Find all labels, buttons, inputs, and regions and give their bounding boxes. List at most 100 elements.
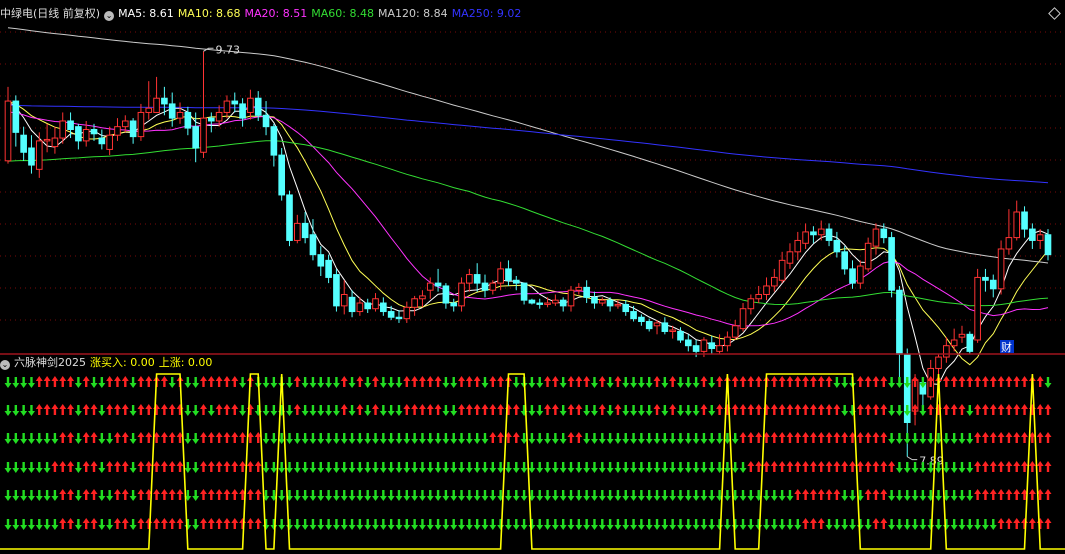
settings-icon[interactable]: ⌄: [0, 360, 10, 370]
candle-body: [747, 298, 755, 310]
candle-body: [458, 282, 465, 307]
candle-body: [653, 322, 661, 327]
candle-body: [145, 107, 153, 113]
finance-badge-label: 财: [1001, 340, 1012, 354]
candle-body: [598, 299, 606, 304]
candle-body: [12, 100, 20, 133]
candle-body: [231, 100, 239, 105]
candle-body: [481, 282, 489, 291]
candle-body: [872, 228, 880, 247]
candle-body: [200, 117, 207, 153]
candle-body: [536, 302, 544, 305]
candle-body: [692, 345, 700, 352]
indicator-ma120: MA120: 8.84: [377, 7, 448, 20]
candle-body: [731, 325, 739, 338]
candle-body: [35, 140, 43, 170]
candle-body: [215, 111, 223, 122]
indicator-ma250: MA250: 9.02: [451, 7, 522, 20]
candle-body: [473, 274, 481, 284]
candle-body: [802, 231, 809, 244]
candle-body: [966, 333, 974, 352]
candle-body: [325, 259, 332, 278]
candle-body: [192, 126, 199, 149]
candle-body: [98, 137, 106, 145]
candle-body: [28, 147, 35, 166]
candle-body: [1021, 211, 1028, 230]
high-label: 9.73: [215, 43, 240, 56]
candle-body: [622, 303, 630, 313]
candle-body: [606, 299, 614, 307]
candle-body: [286, 194, 293, 241]
candle-body: [817, 228, 825, 236]
candle-body: [129, 120, 137, 138]
candle-body: [778, 259, 786, 281]
candle-body: [857, 265, 864, 284]
candle-body: [395, 316, 403, 320]
candle-body: [239, 103, 246, 119]
candle-body: [82, 129, 90, 142]
candle-body: [247, 97, 254, 113]
stock-title[interactable]: 中绿电(日线 前复权): [0, 7, 100, 20]
candle-body: [833, 239, 841, 253]
settings-icon[interactable]: ⌄: [104, 11, 115, 21]
indicator-ma20: MA20: 8.51: [244, 7, 308, 20]
candle-body: [630, 311, 637, 320]
candle-body: [614, 303, 622, 307]
candle-body: [51, 137, 59, 148]
candle-body: [880, 228, 888, 239]
candle-body: [372, 298, 379, 310]
candle-body: [411, 298, 418, 308]
candle-body: [380, 302, 387, 313]
candle-body: [442, 285, 450, 304]
candle-body: [1036, 234, 1044, 241]
indicator-ma60: MA60: 8.48: [311, 7, 374, 20]
candle-body: [583, 286, 590, 298]
candle-body: [309, 234, 317, 256]
candle-body: [974, 276, 981, 341]
candle-body: [75, 126, 82, 142]
candle-body: [364, 302, 372, 310]
candle-body: [403, 306, 411, 320]
candle-body: [708, 342, 716, 350]
candle-body: [825, 228, 833, 241]
candle-body: [684, 339, 692, 347]
candle-body: [935, 356, 942, 369]
candle-body: [552, 299, 559, 304]
candle-body: [849, 268, 856, 284]
buy-signal-value: 涨买入: 0.00: [90, 356, 155, 369]
candle-body: [270, 126, 278, 156]
candle-body: [301, 222, 309, 239]
candle-body: [1013, 211, 1021, 239]
candle-body: [176, 111, 184, 119]
stock-chart[interactable]: 9.737.89财: [0, 0, 1065, 554]
candle-body: [763, 285, 770, 295]
candle-body: [348, 296, 356, 313]
candle-body: [262, 114, 270, 128]
candle-body: [43, 138, 51, 142]
candle-body: [943, 345, 950, 358]
candle-body: [505, 268, 512, 281]
rise-value: 上涨: 0.00: [158, 356, 213, 369]
candle-body: [544, 302, 551, 305]
candle-body: [207, 117, 215, 122]
candle-body: [958, 333, 966, 338]
candle-body: [340, 293, 348, 307]
candle-body: [716, 345, 723, 352]
candle-body: [426, 282, 434, 291]
candle-body: [677, 330, 684, 341]
candle-body: [114, 126, 121, 136]
candle-body: [168, 103, 176, 119]
candle-body: [950, 339, 958, 347]
indicator-ma10: MA10: 8.68: [177, 7, 241, 20]
candle-body: [997, 248, 1005, 290]
candle-body: [739, 308, 747, 330]
candle-body: [317, 254, 325, 267]
candle-body: [591, 296, 598, 304]
candle-body: [387, 311, 395, 318]
candle-body: [1044, 234, 1052, 256]
candle-body: [755, 293, 762, 300]
sub-title[interactable]: 六脉神剑2025: [14, 356, 86, 369]
candle-body: [989, 279, 997, 290]
candle-body: [4, 100, 12, 162]
candle-body: [841, 251, 849, 270]
